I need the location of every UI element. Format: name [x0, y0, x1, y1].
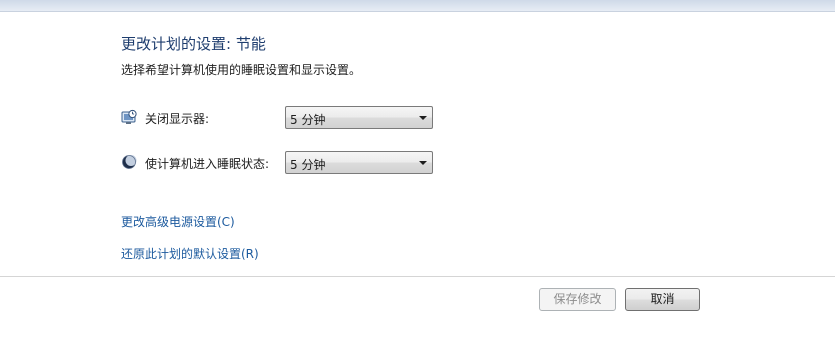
dropdown-arrow-icon: [419, 161, 427, 165]
dropdown-arrow-icon: [419, 116, 427, 120]
display-off-value: 5 分钟: [290, 113, 326, 127]
cancel-button[interactable]: 取消: [625, 288, 700, 311]
moon-icon: [121, 154, 137, 170]
window-top-strip: [0, 0, 835, 12]
page-subtitle: 选择希望计算机使用的睡眠设置和显示设置。: [121, 63, 362, 77]
sleep-value: 5 分钟: [290, 158, 326, 172]
advanced-power-settings-link[interactable]: 更改高级电源设置(C): [121, 213, 235, 230]
display-off-select[interactable]: 5 分钟: [285, 106, 433, 129]
display-off-label: 关闭显示器:: [145, 112, 210, 126]
restore-defaults-link[interactable]: 还原此计划的默认设置(R): [121, 245, 259, 262]
footer-divider: [0, 276, 835, 277]
page-title: 更改计划的设置: 节能: [121, 35, 266, 53]
sleep-label: 使计算机进入睡眠状态:: [145, 157, 270, 171]
monitor-clock-icon: [121, 109, 137, 125]
save-changes-button[interactable]: 保存修改: [539, 288, 616, 311]
sleep-select[interactable]: 5 分钟: [285, 151, 433, 174]
